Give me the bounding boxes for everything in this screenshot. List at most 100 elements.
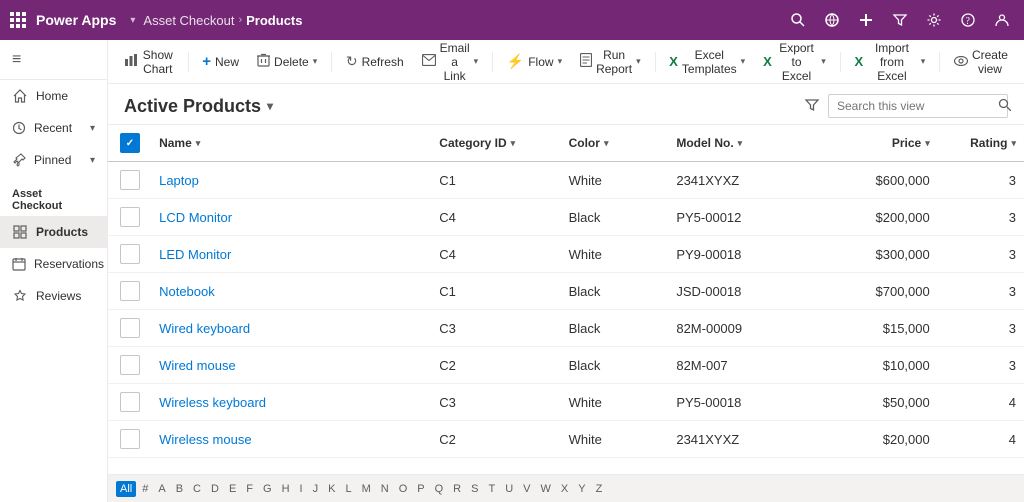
alpha-item-h[interactable]: H [278, 481, 294, 497]
show-chart-button[interactable]: Show Chart [116, 46, 182, 78]
row-name-link[interactable]: Laptop [159, 173, 199, 188]
breadcrumb-app[interactable]: Asset Checkout [143, 13, 234, 28]
alpha-item-d[interactable]: D [207, 481, 223, 497]
th-check[interactable]: ✓ [108, 125, 151, 162]
table-row[interactable]: Laptop C1 White 2341XYXZ $600,000 3 [108, 162, 1024, 199]
excel-templates-button[interactable]: X Excel Templates ▾ [661, 46, 753, 78]
alpha-item-z[interactable]: Z [592, 481, 607, 497]
alpha-item-p[interactable]: P [413, 481, 428, 497]
grid-icon[interactable] [8, 10, 28, 30]
alpha-item-g[interactable]: G [259, 481, 276, 497]
sidebar-item-pinned[interactable]: Pinned ▾ [0, 144, 107, 176]
filter-icon-btn[interactable] [886, 6, 914, 34]
row-checkbox[interactable] [120, 392, 140, 412]
row-name[interactable]: Laptop [151, 162, 431, 199]
table-row[interactable]: Wireless mouse C2 White 2341XYXZ $20,000… [108, 421, 1024, 458]
alpha-item-x[interactable]: X [557, 481, 572, 497]
refresh-button[interactable]: ↻ Refresh [338, 46, 412, 78]
search-icon-btn[interactable] [784, 6, 812, 34]
search-box[interactable] [828, 94, 1008, 118]
row-name[interactable]: Notebook [151, 273, 431, 310]
logo-chevron[interactable]: ▾ [130, 15, 135, 26]
alpha-item-c[interactable]: C [189, 481, 205, 497]
user-icon-btn[interactable] [988, 6, 1016, 34]
row-name-link[interactable]: Notebook [159, 284, 215, 299]
view-title-chevron[interactable]: ▾ [267, 99, 273, 113]
table-row[interactable]: Wired mouse C2 Black 82M-007 $10,000 3 [108, 347, 1024, 384]
table-row[interactable]: Wired keyboard C3 Black 82M-00009 $15,00… [108, 310, 1024, 347]
th-name[interactable]: Name▾ [151, 125, 431, 162]
alpha-item-all[interactable]: All [116, 481, 136, 497]
row-check[interactable] [108, 347, 151, 384]
row-checkbox[interactable] [120, 318, 140, 338]
alpha-item-m[interactable]: M [358, 481, 375, 497]
run-report-button[interactable]: Run Report ▾ [572, 46, 649, 78]
table-row[interactable]: LED Monitor C4 White PY9-00018 $300,000 … [108, 236, 1024, 273]
new-button[interactable]: + New [194, 46, 247, 78]
sidebar-item-reviews[interactable]: Reviews [0, 280, 107, 312]
email-link-button[interactable]: Email a Link ▾ [414, 46, 487, 78]
row-checkbox[interactable] [120, 207, 140, 227]
row-name[interactable]: Wireless mouse [151, 421, 431, 458]
alpha-item-u[interactable]: U [501, 481, 517, 497]
sidebar-item-products[interactable]: Products [0, 216, 107, 248]
alpha-item-n[interactable]: N [377, 481, 393, 497]
alpha-item-y[interactable]: Y [574, 481, 589, 497]
th-category[interactable]: Category ID▾ [431, 125, 560, 162]
row-name[interactable]: Wired keyboard [151, 310, 431, 347]
alpha-item-b[interactable]: B [172, 481, 187, 497]
alpha-item-l[interactable]: L [341, 481, 355, 497]
row-check[interactable] [108, 310, 151, 347]
table-row[interactable]: LCD Monitor C4 Black PY5-00012 $200,000 … [108, 199, 1024, 236]
add-icon-btn[interactable] [852, 6, 880, 34]
delete-button[interactable]: Delete ▾ [249, 46, 325, 78]
row-name-link[interactable]: LED Monitor [159, 247, 231, 262]
alpha-item-j[interactable]: J [309, 481, 323, 497]
help-icon-btn[interactable]: ? [954, 6, 982, 34]
alpha-item-a[interactable]: A [154, 481, 169, 497]
alpha-item-#[interactable]: # [138, 481, 152, 497]
alpha-item-i[interactable]: I [296, 481, 307, 497]
row-name-link[interactable]: LCD Monitor [159, 210, 232, 225]
alpha-item-r[interactable]: R [449, 481, 465, 497]
row-checkbox[interactable] [120, 244, 140, 264]
row-check[interactable] [108, 384, 151, 421]
row-check[interactable] [108, 162, 151, 199]
row-checkbox[interactable] [120, 170, 140, 190]
settings-icon-btn[interactable] [920, 6, 948, 34]
row-checkbox[interactable] [120, 429, 140, 449]
alpha-item-f[interactable]: F [242, 481, 257, 497]
row-name[interactable]: LED Monitor [151, 236, 431, 273]
row-checkbox[interactable] [120, 355, 140, 375]
row-checkbox[interactable] [120, 281, 140, 301]
th-rating[interactable]: Rating▾ [938, 125, 1024, 162]
row-check[interactable] [108, 199, 151, 236]
alpha-item-w[interactable]: W [537, 481, 555, 497]
sidebar-item-reservations[interactable]: Reservations [0, 248, 107, 280]
row-name[interactable]: LCD Monitor [151, 199, 431, 236]
header-checkbox[interactable]: ✓ [120, 133, 140, 153]
export-excel-button[interactable]: X Export to Excel ▾ [755, 46, 834, 78]
th-price[interactable]: Price▾ [819, 125, 938, 162]
sidebar-toggle[interactable]: ≡ [0, 40, 107, 80]
table-row[interactable]: Wireless keyboard C3 White PY5-00018 $50… [108, 384, 1024, 421]
row-name-link[interactable]: Wireless mouse [159, 432, 251, 447]
row-check[interactable] [108, 236, 151, 273]
alpha-item-q[interactable]: Q [431, 481, 448, 497]
row-name[interactable]: Wired mouse [151, 347, 431, 384]
environment-icon-btn[interactable] [818, 6, 846, 34]
row-check[interactable] [108, 273, 151, 310]
alpha-item-v[interactable]: V [519, 481, 534, 497]
alpha-item-e[interactable]: E [225, 481, 240, 497]
th-color[interactable]: Color▾ [561, 125, 669, 162]
alpha-item-t[interactable]: T [484, 481, 499, 497]
alpha-item-k[interactable]: K [324, 481, 339, 497]
th-model[interactable]: Model No.▾ [668, 125, 819, 162]
table-row[interactable]: Notebook C1 Black JSD-00018 $700,000 3 [108, 273, 1024, 310]
view-filter-icon[interactable] [804, 97, 820, 116]
flow-button[interactable]: ⚡ Flow ▾ [499, 46, 570, 78]
alpha-item-s[interactable]: S [467, 481, 482, 497]
import-excel-button[interactable]: X Import from Excel ▾ [846, 46, 933, 78]
row-name-link[interactable]: Wireless keyboard [159, 395, 266, 410]
row-name-link[interactable]: Wired mouse [159, 358, 236, 373]
